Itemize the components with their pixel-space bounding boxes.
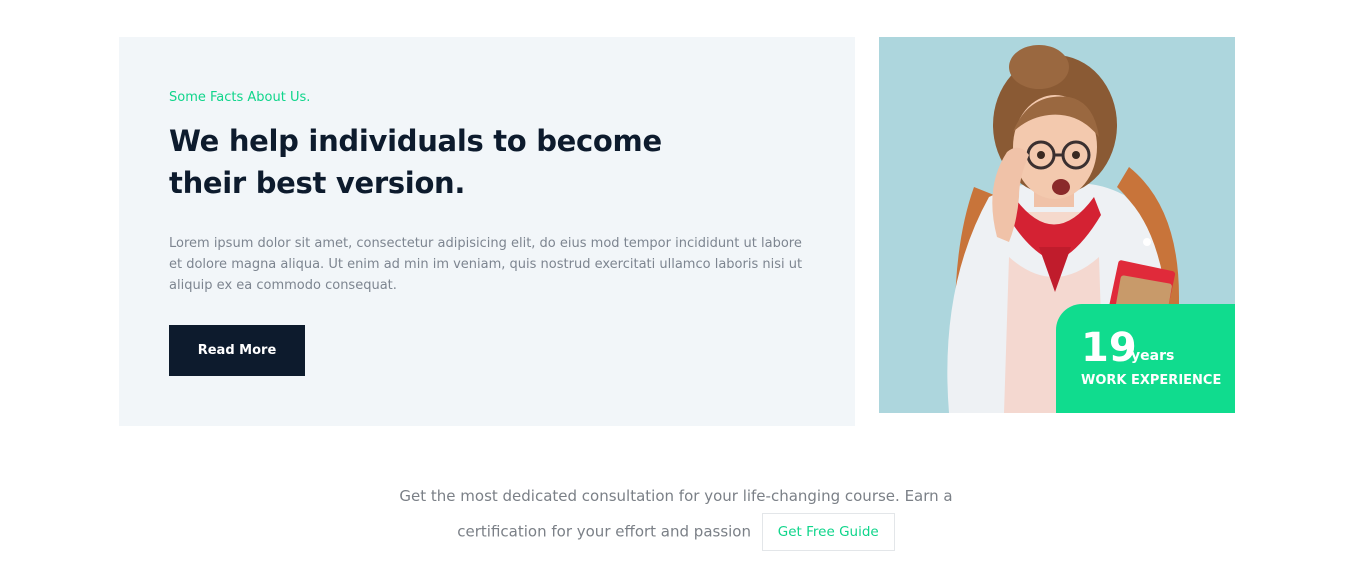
hero-photo: 19 years WORK EXPERIENCE	[879, 37, 1235, 413]
photo-dot	[1143, 238, 1151, 246]
section-eyebrow: Some Facts About Us.	[169, 90, 311, 105]
experience-number: 19	[1081, 325, 1137, 371]
read-more-button[interactable]: Read More	[169, 325, 305, 376]
experience-unit: years	[1131, 348, 1175, 364]
section-body-text: Lorem ipsum dolor sit amet, consectetur …	[169, 236, 803, 293]
section-headline: We help individuals to become their best…	[169, 124, 662, 200]
facts-card: Some Facts About Us. We help individuals…	[119, 37, 855, 426]
consultation-cta: Get the most dedicated consultation for …	[370, 479, 982, 551]
get-free-guide-button[interactable]: Get Free Guide	[761, 513, 895, 551]
experience-label: WORK EXPERIENCE	[1081, 373, 1222, 388]
experience-badge: 19 years WORK EXPERIENCE	[1056, 304, 1235, 413]
